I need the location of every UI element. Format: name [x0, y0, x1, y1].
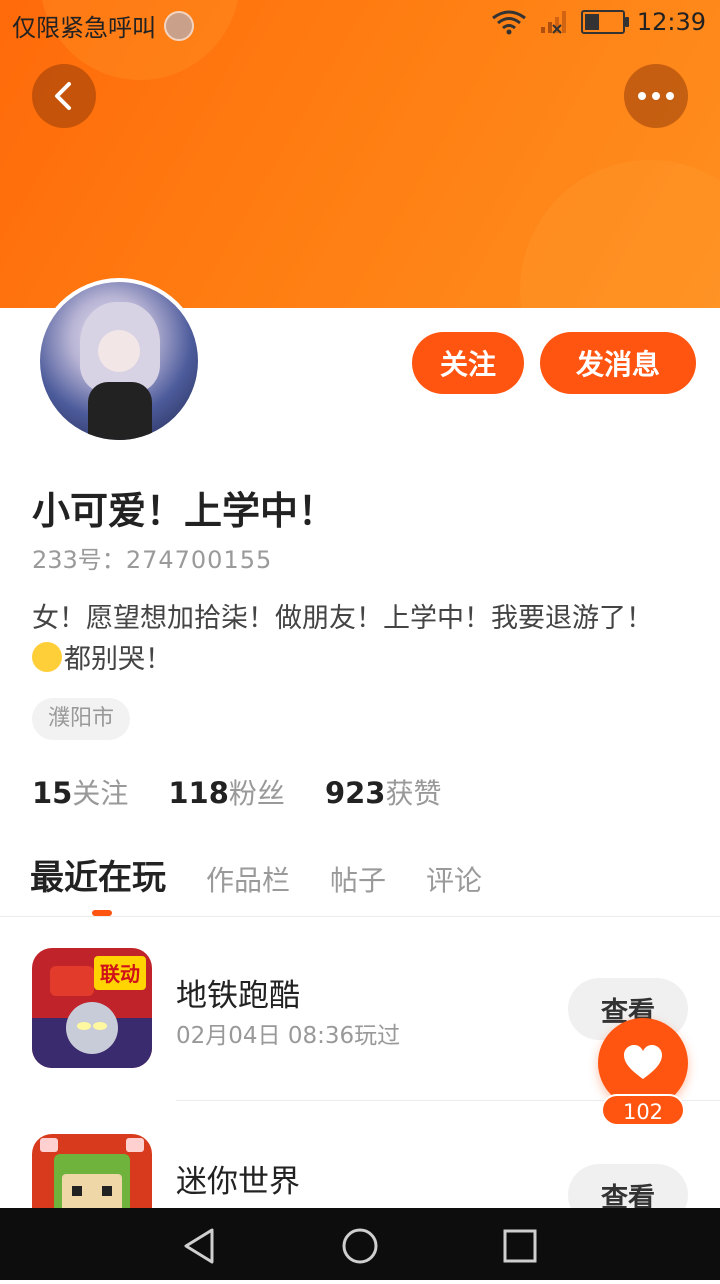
more-button[interactable] — [624, 64, 688, 128]
wifi-icon — [491, 10, 526, 35]
likes-label: 获赞 — [385, 777, 442, 810]
following-label: 关注 — [72, 777, 129, 810]
likes-count: 923 — [324, 776, 386, 810]
like-count: 102 — [601, 1094, 685, 1126]
game-title: 地铁跑酷 — [176, 978, 300, 1014]
back-button[interactable] — [32, 64, 96, 128]
home-nav-icon[interactable] — [340, 1226, 380, 1266]
chevron-left-icon — [55, 82, 71, 110]
crying-face-emoji-icon — [32, 642, 62, 672]
user-id: 233号：274700155 — [32, 540, 272, 575]
signal-icon — [540, 11, 566, 34]
game-icon: 联动 — [32, 948, 152, 1068]
fans-stat[interactable]: 118粉丝 — [168, 772, 285, 812]
profile-tabs: 最近在玩 作品栏 帖子 评论 — [30, 850, 482, 899]
back-nav-icon[interactable] — [180, 1226, 220, 1266]
avatar[interactable] — [36, 278, 202, 444]
tab-recently-played[interactable]: 最近在玩 — [30, 850, 166, 899]
fans-count: 118 — [168, 776, 229, 810]
location-tag: 濮阳市 — [32, 698, 131, 740]
user-id-value: 274700155 — [125, 546, 273, 574]
notification-avatar-icon — [164, 10, 194, 41]
bio-line-2: 都别哭！ — [64, 644, 172, 675]
bio-line-1: 女！愿望想加拾柒！做朋友！上学中！我要退游了！ — [32, 603, 653, 634]
heart-icon — [624, 1045, 662, 1079]
tab-posts[interactable]: 帖子 — [330, 859, 386, 899]
profile-bio: 女！愿望想加拾柒！做朋友！上学中！我要退游了！ 都别哭！ — [32, 598, 692, 680]
following-stat[interactable]: 15关注 — [32, 772, 128, 812]
tab-works[interactable]: 作品栏 — [206, 859, 290, 899]
message-button[interactable]: 发消息 — [540, 332, 696, 394]
divider — [0, 916, 720, 917]
clock: 12:39 — [636, 8, 706, 36]
user-id-label: 233号： — [32, 546, 126, 574]
tab-comments[interactable]: 评论 — [426, 859, 482, 899]
game-played-time: 02月04日 08:36玩过 — [176, 1023, 401, 1049]
likes-stat[interactable]: 923获赞 — [325, 772, 442, 812]
profile-stats: 15关注 118粉丝 923获赞 — [32, 772, 442, 812]
fans-label: 粉丝 — [228, 777, 285, 810]
game-title: 迷你世界 — [176, 1164, 300, 1200]
carrier-text: 仅限紧急呼叫 — [12, 14, 156, 42]
more-icon — [638, 92, 674, 100]
profile-name: 小可爱！上学中！ — [32, 489, 337, 533]
battery-icon — [580, 10, 629, 34]
system-nav-bar — [0, 1208, 720, 1280]
follow-button[interactable]: 关注 — [412, 332, 524, 394]
recents-nav-icon[interactable] — [500, 1226, 540, 1266]
following-count: 15 — [32, 776, 73, 810]
game-badge-text: 联动 — [100, 962, 140, 986]
status-bar: 仅限紧急呼叫 12:39 — [0, 0, 720, 48]
banner-decoration — [520, 160, 720, 308]
